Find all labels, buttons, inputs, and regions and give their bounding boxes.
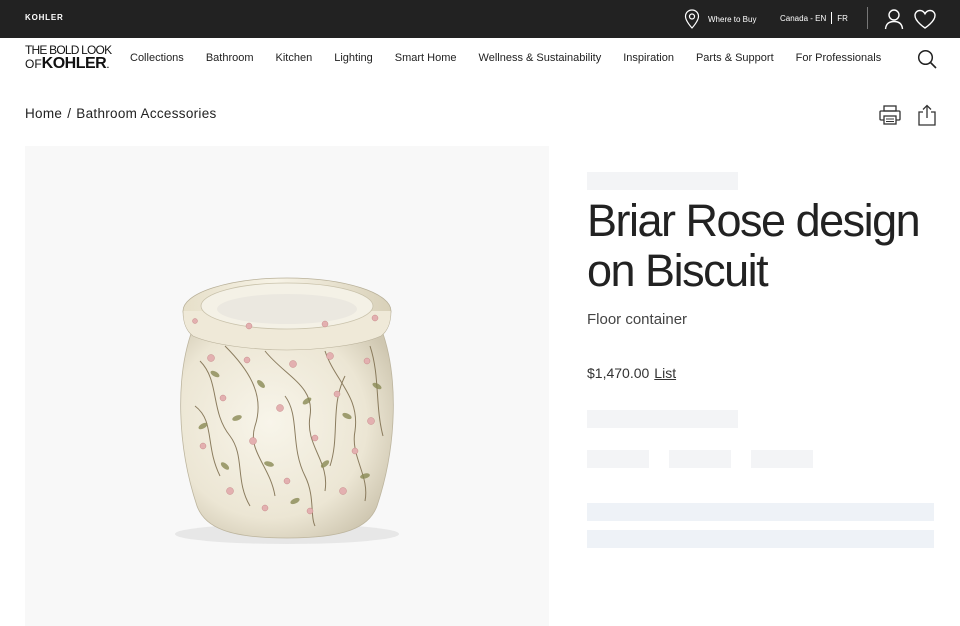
account-button[interactable] <box>882 7 906 31</box>
location-pin-icon <box>684 9 700 29</box>
where-to-buy-link[interactable]: Where to Buy <box>684 8 756 30</box>
product-image <box>175 277 399 544</box>
breadcrumb-home[interactable]: Home <box>25 106 62 121</box>
print-button[interactable] <box>879 105 901 125</box>
product-title: Briar Rose design on Biscuit <box>587 195 921 296</box>
utility-bar: KOHLER Where to Buy Canada - EN FR <box>0 0 960 38</box>
price-type-link[interactable]: List <box>654 365 676 381</box>
search-icon <box>917 49 937 73</box>
user-icon <box>882 9 906 35</box>
product-subtitle: Floor container <box>587 311 688 328</box>
nav-item-inspiration[interactable]: Inspiration <box>623 52 674 64</box>
loading-placeholder-color-label <box>587 410 738 428</box>
loading-placeholder-swatch <box>751 450 813 468</box>
brand-wordmark[interactable]: KOHLER <box>25 13 64 22</box>
loading-placeholder-button <box>587 503 934 521</box>
product-image-panel[interactable] <box>25 146 549 626</box>
kohler-logo[interactable]: THE BOLD LOOK OFKOHLER. <box>25 44 115 74</box>
locale-en-link[interactable]: Canada - EN <box>780 14 826 23</box>
primary-nav: Collections Bathroom Kitchen Lighting Sm… <box>130 52 903 64</box>
search-button[interactable] <box>917 49 937 69</box>
nav-item-smart-home[interactable]: Smart Home <box>395 52 457 64</box>
nav-item-professionals[interactable]: For Professionals <box>796 52 882 64</box>
loading-placeholder-brand <box>587 172 738 190</box>
main-navigation: THE BOLD LOOK OFKOHLER. Collections Bath… <box>0 38 960 82</box>
loading-placeholder-swatch <box>587 450 649 468</box>
share-icon <box>917 104 937 130</box>
locale-fr-link[interactable]: FR <box>837 14 848 23</box>
breadcrumb-current[interactable]: Bathroom Accessories <box>76 106 216 121</box>
locale-divider <box>831 12 833 24</box>
product-price: $1,470.00 List <box>587 365 676 381</box>
topbar-divider <box>867 7 868 29</box>
breadcrumb: Home / Bathroom Accessories <box>25 106 217 121</box>
heart-icon <box>913 9 937 35</box>
where-to-buy-label: Where to Buy <box>708 14 757 24</box>
locale-switcher: Canada - EN FR <box>780 12 848 24</box>
loading-placeholder-swatch <box>669 450 731 468</box>
share-button[interactable] <box>917 104 937 126</box>
nav-item-kitchen[interactable]: Kitchen <box>276 52 313 64</box>
nav-item-collections[interactable]: Collections <box>130 52 184 64</box>
favorites-button[interactable] <box>913 7 937 31</box>
nav-item-wellness[interactable]: Wellness & Sustainability <box>479 52 602 64</box>
nav-item-parts-support[interactable]: Parts & Support <box>696 52 774 64</box>
logo-brand-line: OFKOHLER. <box>25 55 110 72</box>
price-value: $1,470.00 <box>587 365 650 381</box>
nav-item-bathroom[interactable]: Bathroom <box>206 52 254 64</box>
loading-placeholder-button <box>587 530 934 548</box>
breadcrumb-separator: / <box>67 106 72 121</box>
printer-icon <box>879 105 901 129</box>
nav-item-lighting[interactable]: Lighting <box>334 52 373 64</box>
